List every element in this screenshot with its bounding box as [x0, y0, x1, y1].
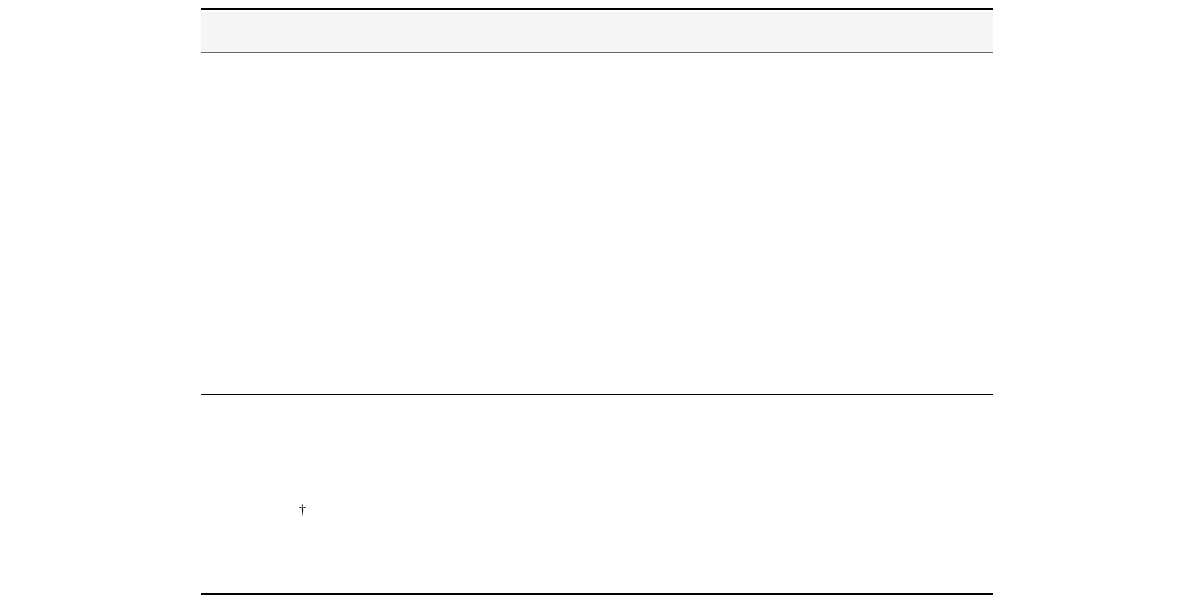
table-top-border — [201, 8, 993, 10]
page-content: † — [201, 8, 993, 595]
footnote-row: † — [201, 503, 993, 521]
table-header-band — [201, 12, 993, 53]
second-table-top-border — [201, 593, 993, 595]
table-bottom-rule — [201, 394, 993, 395]
dagger-symbol: † — [299, 503, 306, 519]
